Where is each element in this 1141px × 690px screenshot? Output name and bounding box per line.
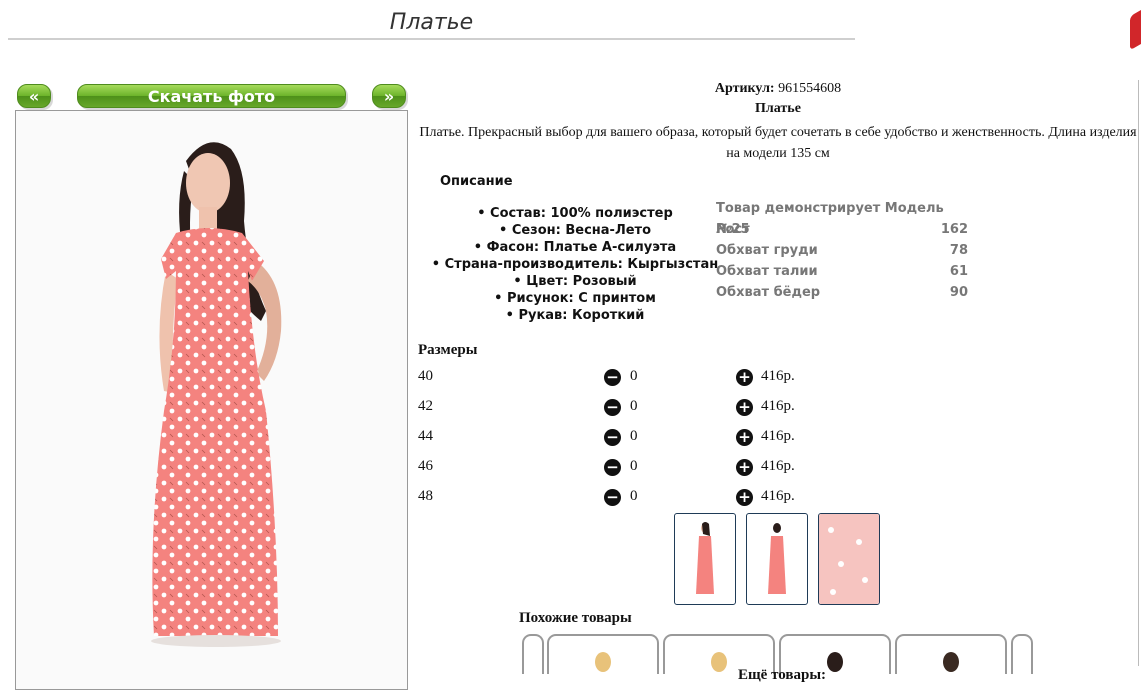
- measure-label: Обхват груди: [716, 243, 818, 258]
- quantity-value: 0: [630, 398, 638, 414]
- measure-value: 162: [940, 222, 968, 237]
- spec-item: Сезон: Весна-Лето: [430, 222, 720, 239]
- photo-thumbnail[interactable]: [746, 513, 808, 605]
- spec-list: Состав: 100% полиэстер Сезон: Весна-Лето…: [430, 205, 720, 324]
- article-value: 961554608: [778, 81, 842, 96]
- plus-circle-icon[interactable]: +: [736, 489, 753, 506]
- minus-circle-icon[interactable]: −: [604, 429, 621, 446]
- thumbnail-fabric-illustration: [819, 514, 879, 604]
- plus-circle-icon[interactable]: +: [736, 399, 753, 416]
- sizes-heading: Размеры: [418, 342, 478, 358]
- minus-circle-icon[interactable]: −: [604, 459, 621, 476]
- close-icon[interactable]: [1130, 3, 1141, 51]
- size-label: 48: [418, 488, 433, 504]
- thumbnail-back-illustration: [768, 523, 786, 594]
- measure-label: Рост: [716, 222, 750, 237]
- quantity-value: 0: [630, 368, 638, 384]
- size-row: 40 − 0 + 416р.: [418, 368, 818, 390]
- size-row: 46 − 0 + 416р.: [418, 458, 818, 480]
- minus-circle-icon[interactable]: −: [604, 399, 621, 416]
- spec-item: Фасон: Платье А-силуэта: [430, 239, 720, 256]
- spec-item: Страна-производитель: Кыргызстан: [430, 256, 720, 273]
- article-label: Артикул:: [714, 81, 775, 96]
- carousel-next-tab[interactable]: [1011, 634, 1033, 674]
- photo-thumbnail[interactable]: [674, 513, 736, 605]
- spec-item: Цвет: Розовый: [430, 273, 720, 290]
- quantity-value: 0: [630, 488, 638, 504]
- spec-item: Состав: 100% полиэстер: [430, 205, 720, 222]
- prev-photo-button[interactable]: «: [17, 84, 51, 108]
- size-row: 44 − 0 + 416р.: [418, 428, 818, 450]
- download-photo-button[interactable]: Скачать фото: [77, 84, 346, 108]
- price-value: 416р.: [761, 428, 795, 444]
- similar-product-card[interactable]: [547, 634, 659, 674]
- similar-product-card[interactable]: [895, 634, 1007, 674]
- price-value: 416р.: [761, 398, 795, 414]
- similar-product-image: [943, 652, 959, 672]
- measure-value: 90: [949, 285, 968, 300]
- price-value: 416р.: [761, 458, 795, 474]
- model-measurements: Товар демонстрирует Модель №25 Рост 162 О…: [716, 198, 968, 303]
- model-photo-illustration: [151, 142, 282, 647]
- plus-circle-icon[interactable]: +: [736, 429, 753, 446]
- size-label: 44: [418, 428, 433, 444]
- description-heading: Описание: [440, 174, 513, 189]
- spec-item: Рисунок: С принтом: [430, 290, 720, 307]
- price-value: 416р.: [761, 488, 795, 504]
- similar-products-heading: Похожие товары: [519, 610, 632, 626]
- measure-label: Обхват бёдер: [716, 285, 821, 300]
- size-row: 42 − 0 + 416р.: [418, 398, 818, 420]
- size-label: 46: [418, 458, 433, 474]
- measure-label: Обхват талии: [716, 264, 818, 279]
- spec-item: Рукав: Короткий: [430, 307, 720, 324]
- next-photo-button[interactable]: »: [372, 84, 406, 108]
- plus-circle-icon[interactable]: +: [736, 369, 753, 386]
- product-name: Платье: [755, 101, 801, 116]
- article-line: Артикул: 961554608: [418, 81, 1138, 97]
- thumbnail-front-illustration: [696, 522, 714, 594]
- page-title: Платье: [8, 8, 855, 40]
- main-product-photo[interactable]: [15, 110, 408, 690]
- product-description: Платье. Прекрасный выбор для вашего обра…: [419, 125, 1137, 161]
- measure-value: 78: [949, 243, 968, 258]
- more-products-heading: Ещё товары:: [738, 667, 827, 683]
- size-row: 48 − 0 + 416р.: [418, 488, 818, 510]
- size-label: 40: [418, 368, 433, 384]
- minus-circle-icon[interactable]: −: [604, 489, 621, 506]
- quantity-value: 0: [630, 428, 638, 444]
- plus-circle-icon[interactable]: +: [736, 459, 753, 476]
- similar-product-image: [595, 652, 611, 672]
- carousel-prev-tab[interactable]: [522, 634, 544, 674]
- photo-thumbnail[interactable]: [818, 513, 880, 605]
- minus-circle-icon[interactable]: −: [604, 369, 621, 386]
- size-label: 42: [418, 398, 433, 414]
- quantity-value: 0: [630, 458, 638, 474]
- model-header: Товар демонстрирует Модель №25: [716, 201, 944, 237]
- measure-value: 61: [949, 264, 968, 279]
- price-value: 416р.: [761, 368, 795, 384]
